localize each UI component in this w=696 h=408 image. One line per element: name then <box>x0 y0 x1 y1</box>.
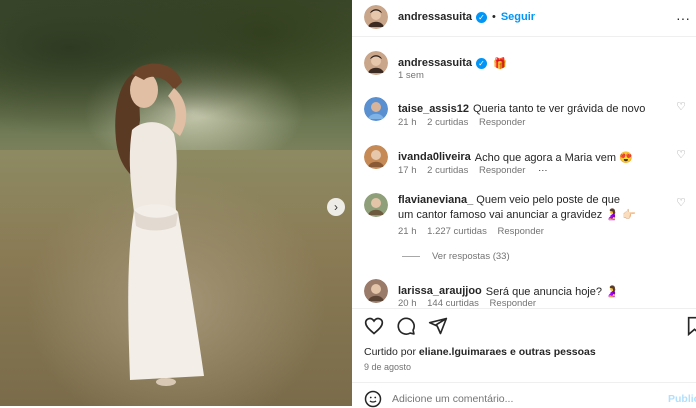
avatar[interactable] <box>364 193 388 217</box>
view-replies-button[interactable]: Ver respostas (33) <box>402 251 510 262</box>
liked-by: Curtido por eliane.lguimaraes e outras p… <box>364 346 596 358</box>
actions-divider <box>352 308 696 309</box>
verified-badge-icon: ✓ <box>475 11 487 23</box>
caption-username[interactable]: andressasuita <box>398 57 472 69</box>
post-side-panel: andressasuita ✓ • Seguir ··· andressasui… <box>352 0 696 408</box>
reply-button[interactable]: Responder <box>479 117 525 128</box>
verified-badge-icon: ✓ <box>475 57 487 69</box>
comment-more-options-icon[interactable]: ··· <box>538 165 548 176</box>
comment-meta: 20 h 144 curtidas Responder <box>398 298 536 308</box>
comment-meta: 17 h 2 curtidas Responder ··· <box>398 165 548 176</box>
comment-username[interactable]: taise_assis12 <box>398 103 469 115</box>
photo-woman <box>115 63 204 386</box>
comment-username[interactable]: ivanda0liveira <box>398 151 471 163</box>
comment-time: 21 h <box>398 117 417 128</box>
comment-likes[interactable]: 2 curtidas <box>427 165 468 176</box>
comment-text: Será que anuncia hoje? 🤰 <box>485 285 619 298</box>
post-header: andressasuita ✓ • Seguir <box>364 5 535 29</box>
like-heart-icon[interactable] <box>364 316 384 336</box>
heart-outline-icon[interactable]: ♡ <box>676 196 686 209</box>
comment-meta: 21 h 2 curtidas Responder <box>398 117 525 128</box>
comment-likes[interactable]: 1.227 curtidas <box>427 226 487 237</box>
save-bookmark-icon[interactable] <box>686 316 696 336</box>
replies-line <box>402 256 420 257</box>
avatar[interactable] <box>364 97 388 121</box>
comment-username[interactable]: flavianeviana_ <box>398 194 473 206</box>
more-options-icon[interactable]: ··· <box>676 10 690 26</box>
avatar[interactable] <box>364 145 388 169</box>
avatar[interactable] <box>364 51 388 75</box>
view-replies-label[interactable]: Ver respostas (33) <box>432 251 510 262</box>
reply-button[interactable]: Responder <box>479 165 525 176</box>
header-divider <box>352 36 696 37</box>
follow-button[interactable]: Seguir <box>501 11 535 23</box>
header-username[interactable]: andressasuita <box>398 11 472 23</box>
publish-button[interactable]: Publicar <box>668 393 696 405</box>
comment-item: flavianeviana_ Quem veio pelo poste de q… <box>364 193 638 223</box>
avatar[interactable] <box>364 279 388 303</box>
liked-by-prefix: Curtido por <box>364 346 416 358</box>
reply-button[interactable]: Responder <box>497 226 543 237</box>
share-send-icon[interactable] <box>428 316 448 336</box>
add-comment-row <box>364 390 622 408</box>
reply-button[interactable]: Responder <box>490 298 536 308</box>
comment-meta: 21 h 1.227 curtidas Responder <box>398 226 544 237</box>
heart-outline-icon[interactable]: ♡ <box>676 148 686 161</box>
comment-body: flavianeviana_ Quem veio pelo poste de q… <box>398 193 638 223</box>
liked-by-user[interactable]: eliane.lguimaraes <box>419 346 507 358</box>
comment-input-divider <box>352 382 696 383</box>
comment-time: 21 h <box>398 226 417 237</box>
action-bar <box>364 316 448 336</box>
avatar[interactable] <box>364 5 388 29</box>
comment-time: 17 h <box>398 165 417 176</box>
comment-username[interactable]: larissa_araujjoo <box>398 285 482 297</box>
comment-time: 20 h <box>398 298 417 308</box>
emoji-icon[interactable] <box>364 390 382 408</box>
post-photo: › <box>0 0 352 406</box>
caption-row: andressasuita ✓ 🎁 <box>364 51 507 75</box>
comment-text: Queria tanto te ver grávida de novo <box>472 103 646 115</box>
comment-likes[interactable]: 144 curtidas <box>427 298 479 308</box>
comment-text: Acho que agora a Maria vem 😍 <box>474 151 633 164</box>
caption-emoji: 🎁 <box>492 57 507 70</box>
liked-by-suffix[interactable]: e outras pessoas <box>510 346 596 358</box>
caption-time: 1 sem <box>398 70 424 81</box>
comment-input[interactable] <box>392 393 622 405</box>
heart-outline-icon[interactable]: ♡ <box>676 100 686 113</box>
comment-likes[interactable]: 2 curtidas <box>427 117 468 128</box>
next-photo-button[interactable]: › <box>327 198 345 216</box>
separator-dot: • <box>491 11 496 23</box>
post-date: 9 de agosto <box>364 362 412 372</box>
comment-bubble-icon[interactable] <box>396 316 416 336</box>
